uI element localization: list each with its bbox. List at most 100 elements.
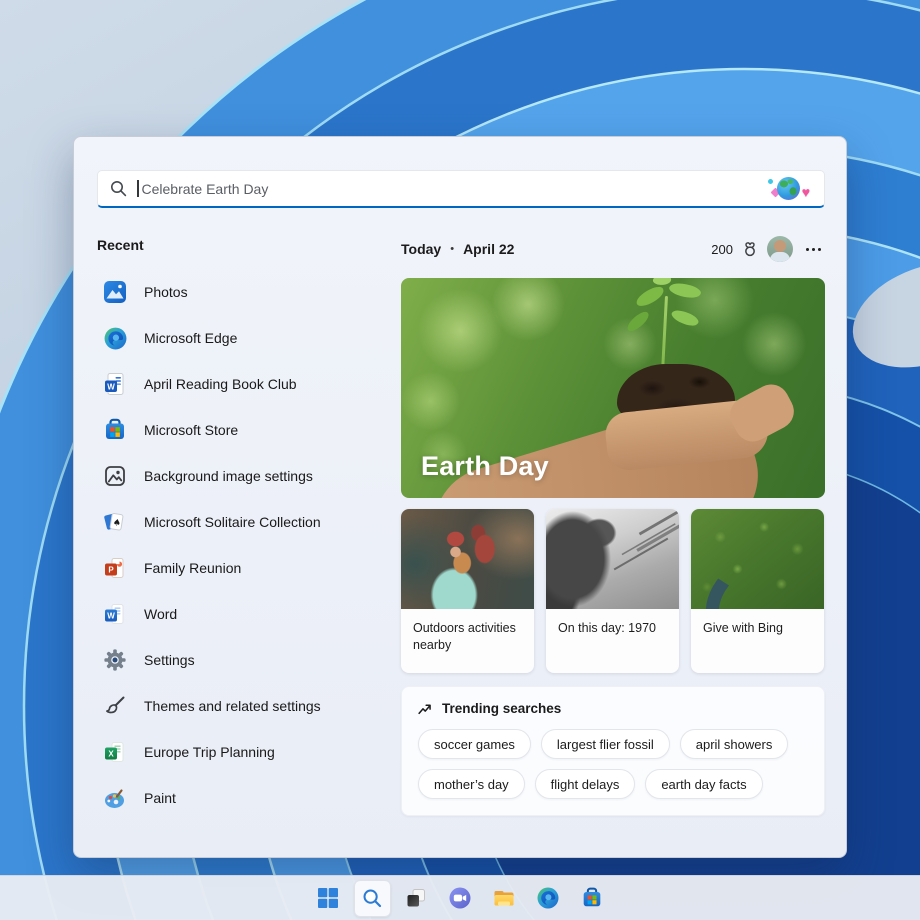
outdoors-photo [401, 509, 534, 609]
recent-item-microsoft-edge[interactable]: Microsoft Edge [97, 315, 392, 361]
forest-aerial-photo [691, 509, 824, 609]
recent-item-family-reunion[interactable]: P Family Reunion [97, 545, 392, 591]
trending-arrow-icon [418, 702, 432, 715]
trending-searches-panel: Trending searches soccer games largest f… [401, 686, 825, 816]
recent-item-label: Themes and related settings [144, 698, 321, 714]
word-document-icon: W [102, 371, 128, 397]
river-art [694, 530, 824, 609]
taskbar-search-icon [362, 888, 383, 909]
today-section: Today • April 22 200 [401, 236, 825, 816]
edge-icon [102, 325, 128, 351]
search-input-placeholder[interactable]: Celebrate Earth Day [142, 181, 269, 197]
seedling-leaf-art [624, 309, 652, 333]
svg-text:P: P [108, 566, 114, 575]
recent-item-label: Background image settings [144, 468, 313, 484]
task-view-icon [405, 887, 427, 909]
recent-item-settings[interactable]: Settings [97, 637, 392, 683]
recent-item-microsoft-solitaire-collection[interactable]: ♠ Microsoft Solitaire Collection [97, 499, 392, 545]
rewards-points[interactable]: 200 [711, 242, 733, 257]
card-outdoors-activities[interactable]: Outdoors activities nearby [401, 509, 534, 673]
dot-separator: • [450, 243, 454, 255]
trending-chip[interactable]: flight delays [535, 769, 636, 799]
card-give-with-bing[interactable]: Give with Bing [691, 509, 824, 673]
recent-item-microsoft-store[interactable]: Microsoft Store [97, 407, 392, 453]
hero-title: Earth Day [421, 451, 549, 482]
task-view-button[interactable] [398, 880, 435, 917]
store-icon [102, 417, 128, 443]
recent-item-label: Microsoft Store [144, 422, 238, 438]
earth-day-hero-card[interactable]: Earth Day [401, 278, 825, 498]
heart-emoji-icon: ♥ [802, 185, 810, 199]
chat-icon [448, 886, 472, 910]
sparkle-dot-icon [768, 179, 773, 184]
recent-item-label: Microsoft Edge [144, 330, 237, 346]
text-caret [137, 180, 139, 197]
search-icon [110, 180, 127, 197]
gear-icon [102, 647, 128, 673]
trending-chip[interactable]: april showers [680, 729, 789, 759]
seedling-leaf-art [653, 278, 672, 286]
recent-item-europe-trip-planning[interactable]: X Europe Trip Planning [97, 729, 392, 775]
powerpoint-icon: P [102, 555, 128, 581]
recent-item-label: Europe Trip Planning [144, 744, 275, 760]
trending-chip[interactable]: earth day facts [645, 769, 762, 799]
recent-item-photos[interactable]: Photos [97, 269, 392, 315]
seedling-leaf-art [670, 306, 700, 329]
card-label: Outdoors activities nearby [401, 609, 534, 654]
card-on-this-day[interactable]: On this day: 1970 [546, 509, 679, 673]
svg-text:X: X [108, 750, 114, 759]
paint-palette-icon [102, 785, 128, 811]
recent-item-themes-and-related-settings[interactable]: Themes and related settings [97, 683, 392, 729]
rewards-medal-icon[interactable] [742, 241, 758, 257]
recent-item-label: Family Reunion [144, 560, 241, 576]
excel-icon: X [102, 739, 128, 765]
card-label: Give with Bing [691, 609, 824, 637]
recent-section: Recent Photos [97, 237, 392, 821]
recent-item-label: Microsoft Solitaire Collection [144, 514, 321, 530]
word-icon: W [102, 601, 128, 627]
recent-item-background-image-settings[interactable]: Background image settings [97, 453, 392, 499]
story-cards-row: Outdoors activities nearby On this day: … [401, 509, 825, 673]
trending-chips: soccer games largest flier fossil april … [418, 729, 808, 799]
recent-item-label: Word [144, 606, 177, 622]
image-icon [102, 463, 128, 489]
taskbar-edge-icon [536, 886, 560, 910]
today-date: April 22 [463, 241, 514, 257]
user-avatar[interactable] [767, 236, 793, 262]
recent-item-label: Settings [144, 652, 195, 668]
start-button[interactable] [310, 880, 347, 917]
taskbar-store-button[interactable] [574, 880, 611, 917]
recent-list: Photos Microsoft Edge [97, 269, 392, 821]
recent-item-paint[interactable]: Paint [97, 775, 392, 821]
recent-item-word[interactable]: W Word [97, 591, 392, 637]
earth-day-emoji-icon: ♥ [766, 175, 812, 203]
search-flyout-panel: Celebrate Earth Day ♥ Recent [73, 136, 847, 858]
trending-chip[interactable]: largest flier fossil [541, 729, 670, 759]
trending-chip[interactable]: soccer games [418, 729, 531, 759]
card-label: On this day: 1970 [546, 609, 679, 637]
recent-item-label: Photos [144, 284, 188, 300]
seedling-leaf-art [668, 280, 702, 301]
more-options-button[interactable] [802, 242, 825, 257]
trending-chip[interactable]: mother’s day [418, 769, 525, 799]
flower-branch-art [613, 538, 668, 571]
svg-text:W: W [107, 612, 115, 621]
recent-item-april-reading-book-club[interactable]: W April Reading Book Club [97, 361, 392, 407]
globe-emoji-icon [777, 177, 800, 200]
seedling-leaf-art [634, 284, 667, 308]
avatar-bust [770, 252, 790, 262]
on-this-day-photo [546, 509, 679, 609]
desktop: Celebrate Earth Day ♥ Recent [0, 0, 920, 920]
paintbrush-icon [102, 693, 128, 719]
recent-heading: Recent [97, 237, 392, 253]
avatar-head [774, 240, 786, 252]
solitaire-cards-icon: ♠ [102, 509, 128, 535]
file-explorer-button[interactable] [486, 880, 523, 917]
search-box[interactable]: Celebrate Earth Day ♥ [97, 170, 825, 208]
taskbar-search-button[interactable] [354, 880, 391, 917]
today-header: Today • April 22 200 [401, 236, 825, 262]
taskbar-edge-button[interactable] [530, 880, 567, 917]
chat-button[interactable] [442, 880, 479, 917]
svg-text:♠: ♠ [112, 518, 122, 529]
recent-item-label: April Reading Book Club [144, 376, 297, 392]
